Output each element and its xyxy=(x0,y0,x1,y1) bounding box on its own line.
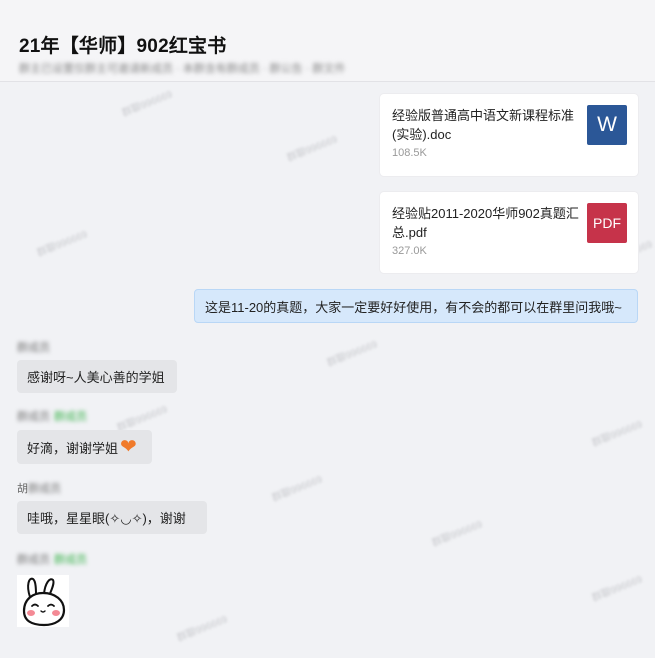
sender-name: 胡群成员 xyxy=(17,480,61,496)
message-text: 这是11-20的真题，大家一定要好好使用，有不会的都可以在群里问我哦~ xyxy=(205,299,622,315)
sender-nickname: 群成员 xyxy=(17,411,50,423)
watermark: 群聊996669 xyxy=(590,574,645,605)
message-text: 哇哦，星星眼(✧◡✧)，谢谢 xyxy=(27,511,186,526)
message-text: 感谢呀~人美心善的学姐 xyxy=(27,370,165,385)
message-bubble[interactable]: 哇哦，星星眼(✧◡✧)，谢谢 xyxy=(17,501,207,534)
sender-name: 群成员 群成员 xyxy=(17,408,87,424)
heart-icon: ❤ xyxy=(120,436,137,458)
watermark: 群聊996669 xyxy=(270,474,325,505)
watermark: 群聊996669 xyxy=(590,419,645,450)
sender-name: 群成员 群成员 xyxy=(17,551,87,567)
pdf-icon-label: PDF xyxy=(593,215,621,231)
word-icon-label: W xyxy=(597,113,617,136)
group-subtitle: 群主已设置仅群主可邀请新成员 · 本群含有群成员 · 群公告 · 群文件 xyxy=(19,63,346,75)
watermark: 群聊996669 xyxy=(120,89,175,120)
file-message[interactable]: 经验版普通高中语文新课程标准(实验).doc 108.5K W xyxy=(380,94,638,176)
message-bubble[interactable]: 感谢呀~人美心善的学姐 xyxy=(17,360,177,393)
file-message[interactable]: 经验贴2011-2020华师902真题汇总.pdf 327.0K PDF xyxy=(380,192,638,273)
pdf-file-icon: PDF xyxy=(587,203,627,243)
message-text: 好滴，谢谢学姐 xyxy=(27,440,119,456)
group-title[interactable]: 21年【华师】902红宝书 xyxy=(19,31,226,58)
sender-nickname: 群成员 xyxy=(17,342,50,354)
watermark: 群聊996669 xyxy=(175,614,230,645)
chat-header: 21年【华师】902红宝书 群主已设置仅群主可邀请新成员 · 本群含有群成员 ·… xyxy=(0,0,655,82)
word-file-icon: W xyxy=(587,105,627,145)
file-name: 经验贴2011-2020华师902真题汇总.pdf xyxy=(392,206,579,240)
watermark: 群聊996669 xyxy=(430,519,485,550)
member-badge: 群成员 xyxy=(54,554,87,566)
bunny-sticker[interactable] xyxy=(17,575,69,627)
watermark: 群聊996669 xyxy=(325,339,380,370)
file-size: 327.0K xyxy=(392,245,427,257)
sender-nickname: 群成员 xyxy=(28,483,61,495)
file-size: 108.5K xyxy=(392,147,427,159)
my-message-bubble[interactable]: 这是11-20的真题，大家一定要好好使用，有不会的都可以在群里问我哦~ xyxy=(194,289,638,323)
sender-name: 群成员 xyxy=(17,339,50,355)
sender-initial: 胡 xyxy=(17,483,28,495)
file-name: 经验版普通高中语文新课程标准(实验).doc xyxy=(392,108,575,142)
watermark: 群聊996669 xyxy=(285,134,340,165)
bunny-icon xyxy=(22,577,66,627)
message-bubble[interactable]: 好滴，谢谢学姐 ❤ xyxy=(17,430,152,464)
watermark: 群聊996669 xyxy=(35,229,90,260)
sender-nickname: 群成员 xyxy=(17,554,50,566)
member-badge: 群成员 xyxy=(54,411,87,423)
